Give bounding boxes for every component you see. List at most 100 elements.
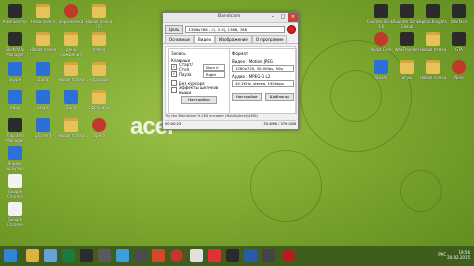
desktop-icon-label: Zona	[65, 105, 77, 110]
target-button[interactable]: Цель	[165, 24, 184, 34]
desktop-icon[interactable]: Новая папка	[56, 62, 86, 87]
app-taskbar-icon[interactable]	[262, 249, 275, 262]
bandicam-window[interactable]: Bandicam – □ × Цель 1366x768 - (1, 2.5),…	[162, 12, 299, 130]
language-indicator[interactable]: РУС	[438, 252, 446, 257]
desktop-icon-label: Нова папка	[30, 19, 56, 24]
close-button[interactable]: ×	[288, 13, 298, 22]
desktop-icon[interactable]: Новая папка (2)	[84, 4, 114, 29]
desktop-icon[interactable]: Skype	[28, 90, 58, 115]
templates-button[interactable]: Шаблоны	[264, 93, 294, 101]
audio-settings-field: 44.1KHz, stereo, 192kbps	[232, 80, 294, 87]
opera-taskbar-icon[interactable]	[208, 249, 221, 262]
start-stop-label: Старт/Стоп	[179, 62, 193, 72]
start-stop-checkbox[interactable]: ✓	[171, 64, 177, 70]
no-cursor-checkbox[interactable]	[171, 80, 177, 86]
desktop-icon-label: µTorrent	[34, 133, 52, 138]
app-icon	[8, 118, 22, 132]
chrome-taskbar-icon[interactable]	[190, 249, 203, 262]
desktop-icon[interactable]: µTorrent	[28, 118, 58, 143]
folder-icon	[36, 4, 50, 18]
desktop-icon[interactable]: курсовая	[84, 62, 114, 87]
clock[interactable]: 19:56 20.02.2015	[447, 250, 470, 260]
app-taskbar-icon[interactable]	[98, 249, 111, 262]
desktop-icon[interactable]: Opera	[84, 118, 114, 143]
desktop-icon[interactable]: Яндекс Браузер	[0, 146, 30, 171]
tab-about[interactable]: О программе	[251, 35, 288, 43]
status-text[interactable]: Try the Bandicam H.264 encoder (Nvidia/I…	[165, 114, 296, 119]
desktop-icon-label: Skype	[8, 77, 22, 82]
app-icon	[426, 4, 440, 18]
desktop-icon[interactable]: Нова папка	[28, 4, 58, 29]
pause-label: Пауза	[179, 71, 192, 77]
mouse-effects-checkbox[interactable]	[171, 87, 177, 93]
app-taskbar-icon[interactable]	[152, 249, 165, 262]
store-taskbar-icon[interactable]	[116, 249, 129, 262]
desktop-icon-label: Opera	[92, 133, 106, 138]
ie-taskbar-icon[interactable]	[44, 249, 57, 262]
app-icon	[8, 90, 22, 104]
video-settings-field: 1280x720, 30.00fps, 50q	[232, 65, 294, 72]
record-button[interactable]	[287, 24, 296, 34]
desktop-icon[interactable]: Google Chrome	[0, 174, 30, 199]
desktop-icon-label: Skype	[36, 105, 50, 110]
window-titlebar[interactable]: Bandicam – □ ×	[163, 13, 298, 23]
tab-general[interactable]: Основные	[165, 35, 195, 43]
start-button[interactable]	[4, 249, 17, 262]
app-icon	[36, 62, 50, 76]
folder-icon	[36, 32, 50, 46]
desktop-icon[interactable]: Google Chrome	[0, 202, 30, 227]
video-codec-label: Видео : Motion JPEG	[232, 59, 273, 64]
app-taskbar-icon[interactable]	[244, 249, 257, 262]
pause-key-field[interactable]: Right	[203, 70, 225, 78]
tab-video[interactable]: Видео	[194, 35, 216, 43]
bandicam-taskbar-icon[interactable]	[282, 249, 295, 262]
toolbar: Цель 1366x768 - (1, 2.5), 1366, 768	[163, 23, 298, 35]
desktop-icon[interactable]: Zona	[56, 90, 86, 115]
desktop-icon[interactable]: eBay	[0, 90, 30, 115]
desktop-icon-label: eBay	[9, 105, 21, 110]
desktop-icon[interactable]: Warface	[444, 4, 474, 29]
folder-icon	[92, 32, 106, 46]
elapsed-time: 00:00:23	[165, 122, 182, 126]
format-settings-button[interactable]: Настройки	[232, 93, 262, 101]
media-taskbar-icon[interactable]	[80, 249, 93, 262]
desktop-icon[interactable]: Zona	[28, 62, 58, 87]
minimize-button[interactable]: –	[268, 13, 278, 22]
explorer-taskbar-icon[interactable]	[26, 249, 39, 262]
folder-icon	[426, 60, 440, 74]
format-group: Формат Видео : Motion JPEG 1280x720, 30.…	[229, 48, 297, 114]
tab-image[interactable]: Изображение	[215, 35, 252, 43]
app-icon	[452, 4, 466, 18]
desktop-icon[interactable]: SketchUp Manager	[0, 32, 30, 57]
desktop-icon-label: корзиночка	[58, 19, 84, 24]
desktop-icon[interactable]: день рождения	[56, 32, 86, 57]
desktop-icon-label: курсовая	[89, 77, 109, 82]
folder-icon	[64, 118, 78, 132]
app-taskbar-icon[interactable]	[226, 249, 239, 262]
target-field[interactable]: 1366x768 - (1, 2.5), 1366, 768	[185, 25, 285, 33]
desktop-icon[interactable]: GTA	[444, 32, 474, 57]
wallpaper-ornament	[250, 150, 322, 222]
app-icon	[374, 60, 388, 74]
app-icon	[64, 4, 78, 18]
app-icon	[8, 4, 22, 18]
excel-taskbar-icon[interactable]	[62, 249, 75, 262]
desktop-icon[interactable]: Nero	[444, 60, 474, 85]
maximize-button[interactable]: □	[278, 13, 288, 22]
desktop-icon[interactable]: корзиночка	[56, 4, 86, 29]
desktop-icon[interactable]: Trap and Manager	[0, 118, 30, 143]
desktop-icon[interactable]: сюрпризы	[84, 90, 114, 115]
power-taskbar-icon[interactable]	[170, 249, 183, 262]
record-settings-button[interactable]: Настройки	[181, 96, 217, 104]
start-stop-key-field[interactable]: Num 0	[203, 63, 225, 71]
desktop-icon[interactable]: Новая папка	[56, 118, 86, 143]
app-taskbar-icon[interactable]	[134, 249, 147, 262]
app-icon	[64, 90, 78, 104]
desktop-icon[interactable]: Компьютер	[0, 4, 30, 29]
desktop-icon[interactable]: папка	[84, 32, 114, 57]
app-icon	[92, 118, 106, 132]
desktop-icon[interactable]: Skype	[0, 62, 30, 87]
pause-checkbox[interactable]: ✓	[171, 71, 177, 77]
desktop-icon-label: день рождения	[60, 47, 82, 57]
desktop-icon[interactable]: Новая папка	[28, 32, 58, 57]
